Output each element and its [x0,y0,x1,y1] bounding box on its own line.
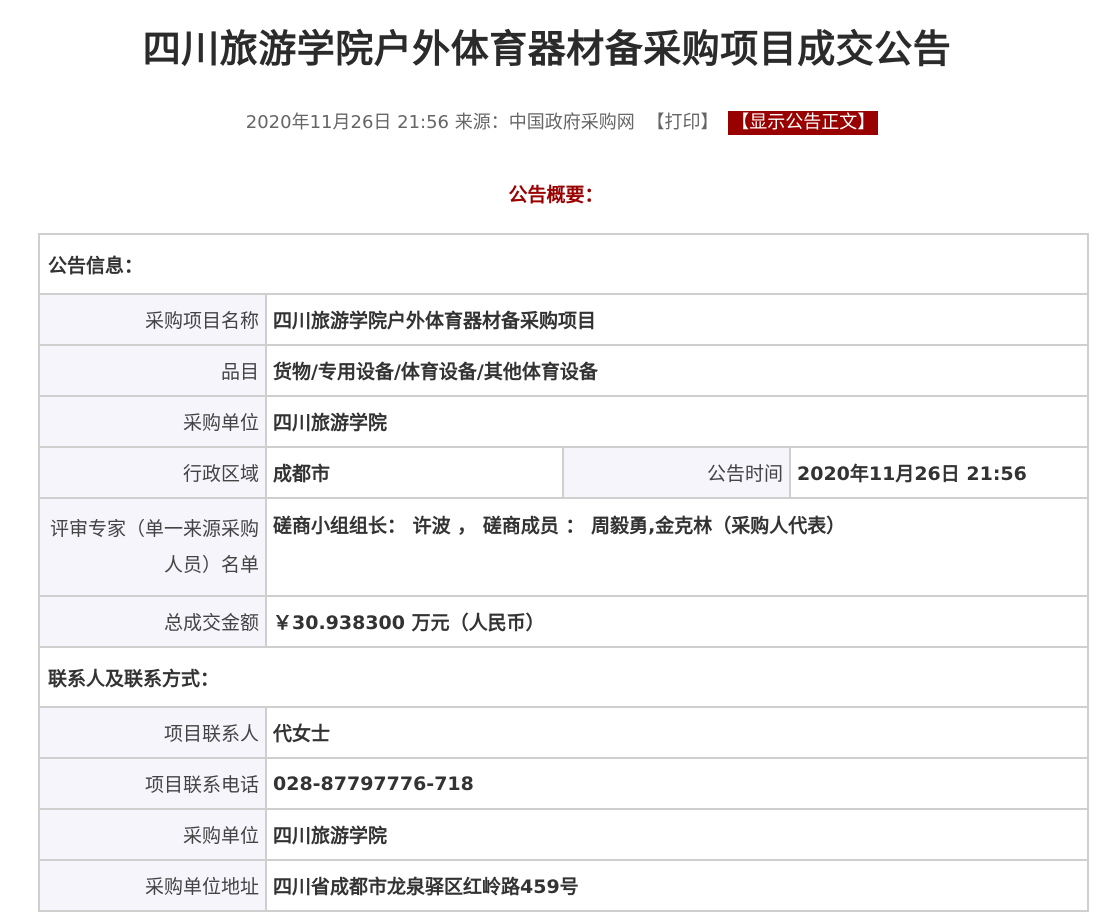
table-row: 评审专家（单一来源采购人员）名单 磋商小组组长： 许波 ， 磋商成员 ： 周毅勇… [38,497,1090,597]
contact-purchaser-value: 四川旅游学院 [264,808,1090,861]
contact-phone-value: 028-87797776-718 [264,757,1090,810]
summary-heading: 公告概要： [508,184,604,206]
purchaser-value: 四川旅游学院 [264,395,1090,448]
category-label: 品目 [38,344,267,397]
announce-time-value: 2020年11月26日 21:56 [788,446,1090,499]
contact-person-value: 代女士 [264,706,1090,759]
purchaser-address-value: 四川省成都市龙泉驿区红岭路459号 [264,859,1090,912]
section-title-contact-info: 联系人及联系方式： [37,646,1090,708]
source-label: 来源： [454,112,509,133]
purchaser-address-label: 采购单位地址 [38,859,267,912]
table-row: 品目 货物/专用设备/体育设备/其他体育设备 [38,344,1090,397]
section-row-announcement-info: 公告信息： [37,233,1090,295]
print-link[interactable]: 【打印】 [646,112,718,133]
section-row-contact-info: 联系人及联系方式： [37,646,1090,708]
table-row: 总成交金额 ￥30.938300 万元（人民币） [38,595,1090,648]
contact-person-label: 项目联系人 [38,706,267,759]
show-body-button[interactable]: 【显示公告正文】 [728,111,879,135]
region-value: 成都市 [265,446,564,499]
table-row: 行政区域 成都市 公告时间 2020年11月26日 21:56 [38,446,1090,499]
table-row: 项目联系人 代女士 [38,706,1090,759]
publish-datetime: 2020年11月26日 21:56 [245,112,449,133]
experts-label: 评审专家（单一来源采购人员）名单 [38,497,267,597]
contact-purchaser-label: 采购单位 [38,808,267,861]
table-row: 采购单位 四川旅游学院 [38,395,1090,448]
total-amount-label: 总成交金额 [38,595,267,648]
table-row: 项目联系电话 028-87797776-718 [38,757,1090,810]
purchaser-label: 采购单位 [38,395,267,448]
announcement-meta: 2020年11月26日 21:56 来源：中国政府采购网 【打印】 【显示公告正… [0,108,1110,135]
section-title-announcement-info: 公告信息： [37,233,1090,295]
page-title: 四川旅游学院户外体育器材备采购项目成交公告 [142,27,952,71]
region-label: 行政区域 [38,446,267,499]
experts-value: 磋商小组组长： 许波 ， 磋商成员 ： 周毅勇,金克林（采购人代表） [264,497,1090,597]
announce-time-label: 公告时间 [562,446,791,499]
contact-phone-label: 项目联系电话 [38,757,267,810]
project-name-value: 四川旅游学院户外体育器材备采购项目 [264,293,1090,346]
table-row: 采购单位 四川旅游学院 [38,808,1090,861]
project-name-label: 采购项目名称 [38,293,267,346]
table-row: 采购单位地址 四川省成都市龙泉驿区红岭路459号 [38,859,1090,912]
source-name: 中国政府采购网 [508,112,635,133]
announcement-table: 公告信息： 采购项目名称 四川旅游学院户外体育器材备采购项目 品目 货物/专用设… [37,233,1090,912]
total-amount-value: ￥30.938300 万元（人民币） [264,595,1090,648]
table-row: 采购项目名称 四川旅游学院户外体育器材备采购项目 [38,293,1090,346]
category-value: 货物/专用设备/体育设备/其他体育设备 [264,344,1090,397]
